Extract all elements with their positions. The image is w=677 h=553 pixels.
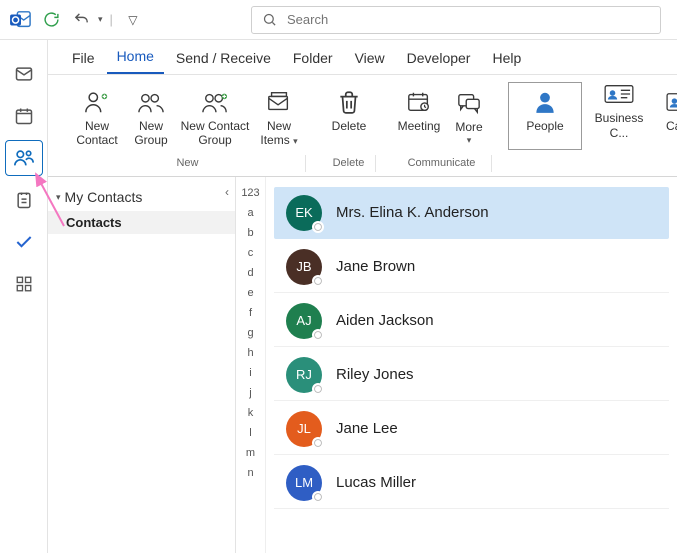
contact-name: Aiden Jackson [336, 312, 434, 329]
avatar: AJ [286, 303, 322, 339]
contact-name: Jane Brown [336, 258, 415, 275]
folder-node-contacts[interactable]: Contacts [48, 211, 235, 234]
contact-row[interactable]: AJ Aiden Jackson [274, 295, 669, 347]
person-silhouette-icon [532, 85, 558, 119]
avatar: LM [286, 465, 322, 501]
index-letter[interactable]: m [246, 447, 255, 459]
person-plus-icon [82, 85, 112, 119]
contact-list: EK Mrs. Elina K. Anderson JB Jane Brown AJ Ai… [266, 177, 677, 553]
contact-name: Riley Jones [336, 366, 414, 383]
avatar: EK [286, 195, 322, 231]
view-business-card[interactable]: Business C... [582, 75, 656, 156]
presence-indicator [312, 383, 324, 395]
index-letter[interactable]: l [249, 427, 251, 439]
tab-file[interactable]: File [62, 44, 105, 74]
cmd-delete[interactable]: Delete [322, 83, 376, 150]
group-label-communicate: Communicate [392, 155, 492, 172]
tab-sendreceive[interactable]: Send / Receive [166, 44, 281, 74]
contact-row[interactable]: LM Lucas Miller [274, 457, 669, 509]
tab-help[interactable]: Help [482, 44, 531, 74]
cmd-meeting[interactable]: Meeting [392, 83, 446, 150]
search-input[interactable] [285, 11, 650, 28]
presence-indicator [312, 329, 324, 341]
speech-bubble-icon [456, 86, 482, 120]
group-icon [136, 85, 166, 119]
undo-chevron-icon[interactable]: ▾ [98, 14, 103, 25]
view-card[interactable]: Card [656, 83, 677, 150]
cmd-new-group[interactable]: New Group [124, 83, 178, 150]
index-letter[interactable]: f [249, 307, 252, 319]
chevron-down-icon: ▾ [293, 136, 298, 146]
customize-qat-icon[interactable]: ▽ [122, 9, 144, 31]
presence-indicator [312, 221, 324, 233]
index-letter[interactable]: n [247, 467, 253, 479]
nav-calendar[interactable] [5, 98, 43, 134]
calendar-meeting-icon [405, 85, 433, 119]
folder-pane: ‹ ▾ My Contacts Contacts [48, 177, 236, 553]
tab-folder[interactable]: Folder [283, 44, 343, 74]
cmd-new-contact-group[interactable]: New Contact Group [178, 83, 252, 150]
index-letter[interactable]: j [249, 387, 251, 399]
tab-view[interactable]: View [345, 44, 395, 74]
group-label-new: New [70, 155, 306, 172]
card-icon [665, 85, 677, 119]
chevron-down-icon: ▾ [467, 135, 472, 146]
index-letter[interactable]: 123 [241, 187, 259, 199]
undo-icon[interactable] [70, 9, 92, 31]
nav-mail[interactable] [5, 56, 43, 92]
avatar: JL [286, 411, 322, 447]
contact-row[interactable]: JL Jane Lee [274, 403, 669, 455]
contact-row[interactable]: JB Jane Brown [274, 241, 669, 293]
index-letter[interactable]: i [249, 367, 251, 379]
nav-more-apps[interactable] [5, 266, 43, 302]
chevron-down-icon: ▾ [56, 192, 61, 203]
avatar: JB [286, 249, 322, 285]
cmd-more[interactable]: More ▾ [446, 84, 492, 147]
index-letter[interactable]: e [247, 287, 253, 299]
cmd-new-contact[interactable]: New Contact [70, 83, 124, 150]
trash-icon [336, 85, 362, 119]
collapse-pane-icon[interactable]: ‹ [225, 185, 229, 199]
presence-indicator [312, 275, 324, 287]
view-people[interactable]: People [508, 82, 582, 151]
tab-home[interactable]: Home [107, 42, 164, 74]
refresh-icon[interactable] [40, 9, 62, 31]
nav-notes[interactable] [5, 182, 43, 218]
business-card-icon [603, 77, 635, 111]
presence-indicator [312, 437, 324, 449]
contact-group-icon [200, 85, 230, 119]
avatar: RJ [286, 357, 322, 393]
alpha-index[interactable]: 123 abcdefghijklmn [236, 177, 266, 553]
tab-developer[interactable]: Developer [397, 44, 481, 74]
contact-name: Lucas Miller [336, 474, 416, 491]
index-letter[interactable]: k [248, 407, 254, 419]
folder-group-header[interactable]: ▾ My Contacts [48, 177, 235, 211]
index-letter[interactable]: d [247, 267, 253, 279]
index-letter[interactable]: c [248, 247, 254, 259]
group-label-delete: Delete [322, 155, 376, 172]
cmd-new-items[interactable]: New Items ▾ [252, 83, 306, 150]
contact-name: Jane Lee [336, 420, 398, 437]
index-letter[interactable]: g [247, 327, 253, 339]
contact-name: Mrs. Elina K. Anderson [336, 204, 489, 221]
nav-people[interactable] [5, 140, 43, 176]
index-letter[interactable]: b [247, 227, 253, 239]
contact-row[interactable]: RJ Riley Jones [274, 349, 669, 401]
index-letter[interactable]: a [247, 207, 253, 219]
search-box[interactable] [251, 6, 661, 34]
contact-row[interactable]: EK Mrs. Elina K. Anderson [274, 187, 669, 239]
index-letter[interactable]: h [247, 347, 253, 359]
nav-todo[interactable] [5, 224, 43, 260]
outlook-logo [8, 9, 34, 31]
new-items-icon [265, 85, 293, 119]
presence-indicator [312, 491, 324, 503]
search-icon [262, 12, 277, 27]
